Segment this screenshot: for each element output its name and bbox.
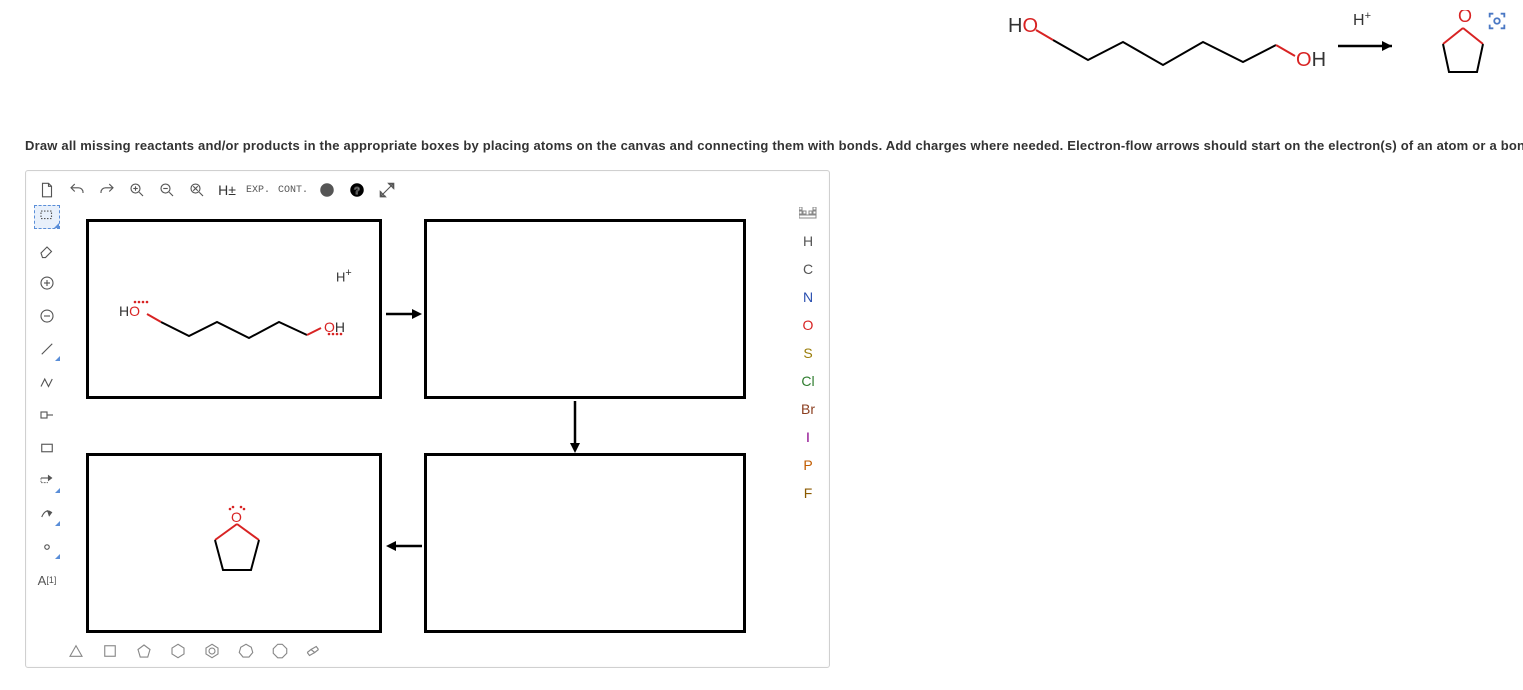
- lone-pair-tool[interactable]: [34, 535, 60, 559]
- info-icon[interactable]: i: [316, 179, 338, 201]
- square-ring-tool[interactable]: [100, 641, 120, 661]
- capture-icon[interactable]: [1486, 10, 1508, 32]
- pentagon-ring-tool[interactable]: [134, 641, 154, 661]
- element-P[interactable]: P: [797, 457, 819, 475]
- toolbar-top: H± EXP. CONT. i ?: [36, 177, 398, 203]
- svg-text:?: ?: [354, 186, 360, 197]
- h-toggle-button[interactable]: H±: [216, 179, 238, 201]
- cont-button[interactable]: CONT.: [278, 185, 308, 196]
- help-icon[interactable]: ?: [346, 179, 368, 201]
- element-I[interactable]: I: [797, 429, 819, 447]
- triangle-ring-tool[interactable]: [66, 641, 86, 661]
- element-F[interactable]: F: [797, 485, 819, 503]
- zoom-out-icon[interactable]: [156, 179, 178, 201]
- top-reaction-scheme: HO OH H+ O: [998, 10, 1508, 100]
- benzene-ring-tool[interactable]: [202, 641, 222, 661]
- chain-tool[interactable]: [34, 403, 60, 427]
- atom-map-tool[interactable]: A[1]: [34, 568, 60, 592]
- periodic-table-icon[interactable]: [797, 205, 819, 223]
- svg-text:i: i: [326, 186, 329, 197]
- zoom-fit-icon[interactable]: [186, 179, 208, 201]
- svg-text:HO: HO: [1008, 15, 1038, 37]
- arrow-1-to-2: [384, 305, 424, 323]
- cycloheptane-tool[interactable]: [236, 641, 256, 661]
- rxn-arrow-tool[interactable]: [34, 469, 60, 493]
- fullscreen-icon[interactable]: [376, 179, 398, 201]
- new-doc-icon[interactable]: [36, 179, 58, 201]
- svg-text:H+: H+: [1353, 10, 1371, 29]
- zoom-in-icon[interactable]: [126, 179, 148, 201]
- svg-text:HO: HO: [119, 303, 140, 319]
- svg-text:OH: OH: [1296, 49, 1326, 71]
- eraser-tool[interactable]: [34, 238, 60, 262]
- toolbar-left: A[1]: [32, 205, 62, 592]
- arrow-3-to-4: [384, 537, 424, 555]
- structure-editor: H± EXP. CONT. i ? A[1] H C N: [25, 170, 830, 668]
- chair-tool[interactable]: [304, 641, 324, 661]
- drawing-canvas[interactable]: HO OH H+: [66, 205, 789, 633]
- reaction-box-1[interactable]: HO OH: [86, 219, 382, 399]
- undo-icon[interactable]: [66, 179, 88, 201]
- exp-button[interactable]: EXP.: [246, 185, 270, 196]
- element-H[interactable]: H: [797, 233, 819, 251]
- element-Cl[interactable]: Cl: [797, 373, 819, 391]
- svg-text:O: O: [231, 509, 242, 525]
- toolbar-bottom: [66, 641, 324, 661]
- charge-plus-tool[interactable]: [34, 271, 60, 295]
- cyclooctane-tool[interactable]: [270, 641, 290, 661]
- svg-text:O: O: [1458, 10, 1472, 26]
- element-N[interactable]: N: [797, 289, 819, 307]
- reaction-box-2[interactable]: [424, 219, 746, 399]
- element-Br[interactable]: Br: [797, 401, 819, 419]
- element-S[interactable]: S: [797, 345, 819, 363]
- element-C[interactable]: C: [797, 261, 819, 279]
- frame-tool[interactable]: [34, 436, 60, 460]
- arrow-2-to-3: [566, 399, 584, 455]
- mech-arrow-tool[interactable]: [34, 502, 60, 526]
- element-palette: H C N O S Cl Br I P F: [793, 205, 823, 503]
- reaction-box-4[interactable]: O: [86, 453, 382, 633]
- reagent-label-1: H+: [336, 267, 352, 284]
- svg-text:OH: OH: [324, 319, 345, 335]
- marquee-tool[interactable]: [34, 205, 60, 229]
- element-O[interactable]: O: [797, 317, 819, 335]
- multi-bond-tool[interactable]: [34, 370, 60, 394]
- single-bond-tool[interactable]: [34, 337, 60, 361]
- instruction-text: Draw all missing reactants and/or produc…: [25, 138, 1523, 153]
- hexagon-ring-tool[interactable]: [168, 641, 188, 661]
- redo-icon[interactable]: [96, 179, 118, 201]
- charge-minus-tool[interactable]: [34, 304, 60, 328]
- reaction-box-3[interactable]: [424, 453, 746, 633]
